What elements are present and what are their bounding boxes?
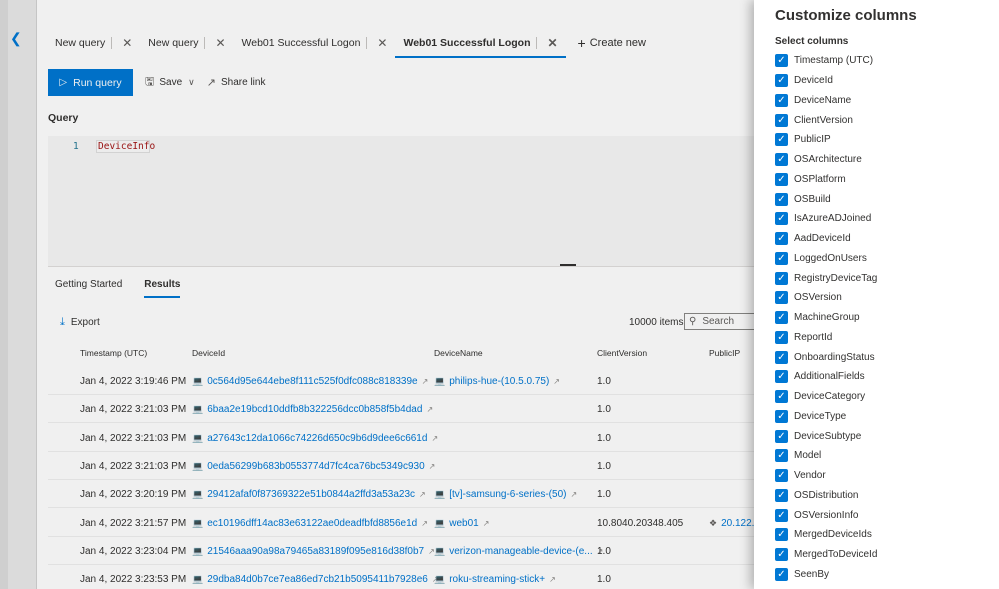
checkmark-icon[interactable]: ✓ <box>775 232 788 246</box>
column-checkbox-label: MachineGroup <box>794 312 860 324</box>
column-checkbox-label: MergedToDeviceId <box>794 549 878 561</box>
column-checkbox-label: DeviceName <box>794 94 852 106</box>
checkmark-icon[interactable]: ✓ <box>775 54 788 68</box>
checkmark-icon[interactable]: ✓ <box>775 172 788 186</box>
checkmark-icon[interactable]: ✓ <box>775 488 788 502</box>
column-checkbox-label: RegistryDeviceTag <box>794 272 878 284</box>
checkmark-icon[interactable]: ✓ <box>775 133 788 147</box>
column-checkbox-label: LoggedOnUsers <box>794 252 867 264</box>
column-checkbox-label: AadDeviceId <box>794 233 851 245</box>
column-checkbox-label: DeviceSubtype <box>794 430 862 442</box>
checkmark-icon[interactable]: ✓ <box>775 469 788 483</box>
checkmark-icon[interactable]: ✓ <box>775 449 788 463</box>
checkmark-icon[interactable]: ✓ <box>775 508 788 522</box>
column-checkbox-item[interactable]: ✓ Vendor <box>775 466 877 486</box>
checkmark-icon[interactable]: ✓ <box>775 311 788 325</box>
column-checkbox-item[interactable]: ✓ OSBuild <box>775 189 877 209</box>
checkmark-icon[interactable]: ✓ <box>775 429 788 443</box>
column-checkbox-item[interactable]: ✓ DeviceType <box>775 407 877 427</box>
column-checkbox-item[interactable]: ✓ Model <box>775 446 877 466</box>
checkmark-icon[interactable]: ✓ <box>775 291 788 305</box>
panel-subtitle: Select columns <box>775 36 849 47</box>
column-checkbox-item[interactable]: ✓ MergedToDeviceId <box>775 545 877 565</box>
column-checkbox-item[interactable]: ✓ ClientVersion <box>775 110 877 130</box>
column-checkbox-label: PublicIP <box>794 134 831 146</box>
column-checkbox-item[interactable]: ✓ OSDistribution <box>775 486 877 506</box>
column-checkbox-item[interactable]: ✓ OSArchitecture <box>775 150 877 170</box>
checkmark-icon[interactable]: ✓ <box>775 350 788 364</box>
column-checkbox-item[interactable]: ✓ DeviceCategory <box>775 387 877 407</box>
column-checkbox-item[interactable]: ✓ RegistryDeviceTag <box>775 268 877 288</box>
checkmark-icon[interactable]: ✓ <box>775 153 788 167</box>
checkmark-icon[interactable]: ✓ <box>775 113 788 127</box>
column-checkbox-item[interactable]: ✓ PublicIP <box>775 130 877 150</box>
column-checkbox-label: Timestamp (UTC) <box>794 55 874 67</box>
column-checkbox-list: ✓ Timestamp (UTC) ✓ DeviceId ✓ DeviceName ✓ Cli… <box>775 51 877 584</box>
column-checkbox-label: ReportId <box>794 331 833 343</box>
checkmark-icon[interactable]: ✓ <box>775 390 788 404</box>
column-checkbox-item[interactable]: ✓ MergedDeviceIds <box>775 525 877 545</box>
checkmark-icon[interactable]: ✓ <box>775 548 788 562</box>
column-checkbox-item[interactable]: ✓ LoggedOnUsers <box>775 249 877 269</box>
column-checkbox-item[interactable]: ✓ AadDeviceId <box>775 229 877 249</box>
column-checkbox-label: OSArchitecture <box>794 154 862 166</box>
column-checkbox-label: OnboardingStatus <box>794 351 875 363</box>
column-checkbox-item[interactable]: ✓ MachineGroup <box>775 308 877 328</box>
column-checkbox-label: OSPlatform <box>794 173 846 185</box>
column-checkbox-item[interactable]: ✓ OSPlatform <box>775 170 877 190</box>
modal-overlay[interactable] <box>0 0 754 589</box>
panel-title: Customize columns <box>775 7 917 24</box>
customize-columns-panel: Customize columns Select columns ✓ Timest… <box>754 0 999 589</box>
column-checkbox-label: SeenBy <box>794 568 830 580</box>
checkmark-icon[interactable]: ✓ <box>775 567 788 581</box>
checkmark-icon[interactable]: ✓ <box>775 271 788 285</box>
column-checkbox-label: Model <box>794 450 822 462</box>
column-checkbox-item[interactable]: ✓ SeenBy <box>775 565 877 585</box>
column-checkbox-label: OSVersion <box>794 292 842 304</box>
column-checkbox-label: DeviceCategory <box>794 391 866 403</box>
column-checkbox-item[interactable]: ✓ DeviceSubtype <box>775 426 877 446</box>
column-checkbox-label: Vendor <box>794 470 826 482</box>
column-checkbox-item[interactable]: ✓ DeviceId <box>775 71 877 91</box>
checkmark-icon[interactable]: ✓ <box>775 212 788 226</box>
column-checkbox-label: OSVersionInfo <box>794 509 859 521</box>
column-checkbox-item[interactable]: ✓ Timestamp (UTC) <box>775 51 877 71</box>
checkmark-icon[interactable]: ✓ <box>775 251 788 265</box>
column-checkbox-label: ClientVersion <box>794 114 853 126</box>
checkmark-icon[interactable]: ✓ <box>775 370 788 384</box>
column-checkbox-item[interactable]: ✓ AdditionalFields <box>775 367 877 387</box>
column-checkbox-label: OSDistribution <box>794 489 859 501</box>
checkmark-icon[interactable]: ✓ <box>775 528 788 542</box>
checkmark-icon[interactable]: ✓ <box>775 330 788 344</box>
column-checkbox-item[interactable]: ✓ ReportId <box>775 328 877 348</box>
column-checkbox-label: MergedDeviceIds <box>794 529 872 541</box>
column-checkbox-label: AdditionalFields <box>794 371 865 383</box>
column-checkbox-label: DeviceId <box>794 75 833 87</box>
checkmark-icon[interactable]: ✓ <box>775 93 788 107</box>
column-checkbox-item[interactable]: ✓ OSVersionInfo <box>775 505 877 525</box>
checkmark-icon[interactable]: ✓ <box>775 192 788 206</box>
column-checkbox-label: DeviceType <box>794 410 847 422</box>
column-checkbox-item[interactable]: ✓ OnboardingStatus <box>775 347 877 367</box>
checkmark-icon[interactable]: ✓ <box>775 409 788 423</box>
column-checkbox-item[interactable]: ✓ OSVersion <box>775 288 877 308</box>
column-checkbox-label: IsAzureADJoined <box>794 213 872 225</box>
column-checkbox-item[interactable]: ✓ DeviceName <box>775 91 877 111</box>
checkmark-icon[interactable]: ✓ <box>775 74 788 88</box>
column-checkbox-label: OSBuild <box>794 193 831 205</box>
column-checkbox-item[interactable]: ✓ IsAzureADJoined <box>775 209 877 229</box>
